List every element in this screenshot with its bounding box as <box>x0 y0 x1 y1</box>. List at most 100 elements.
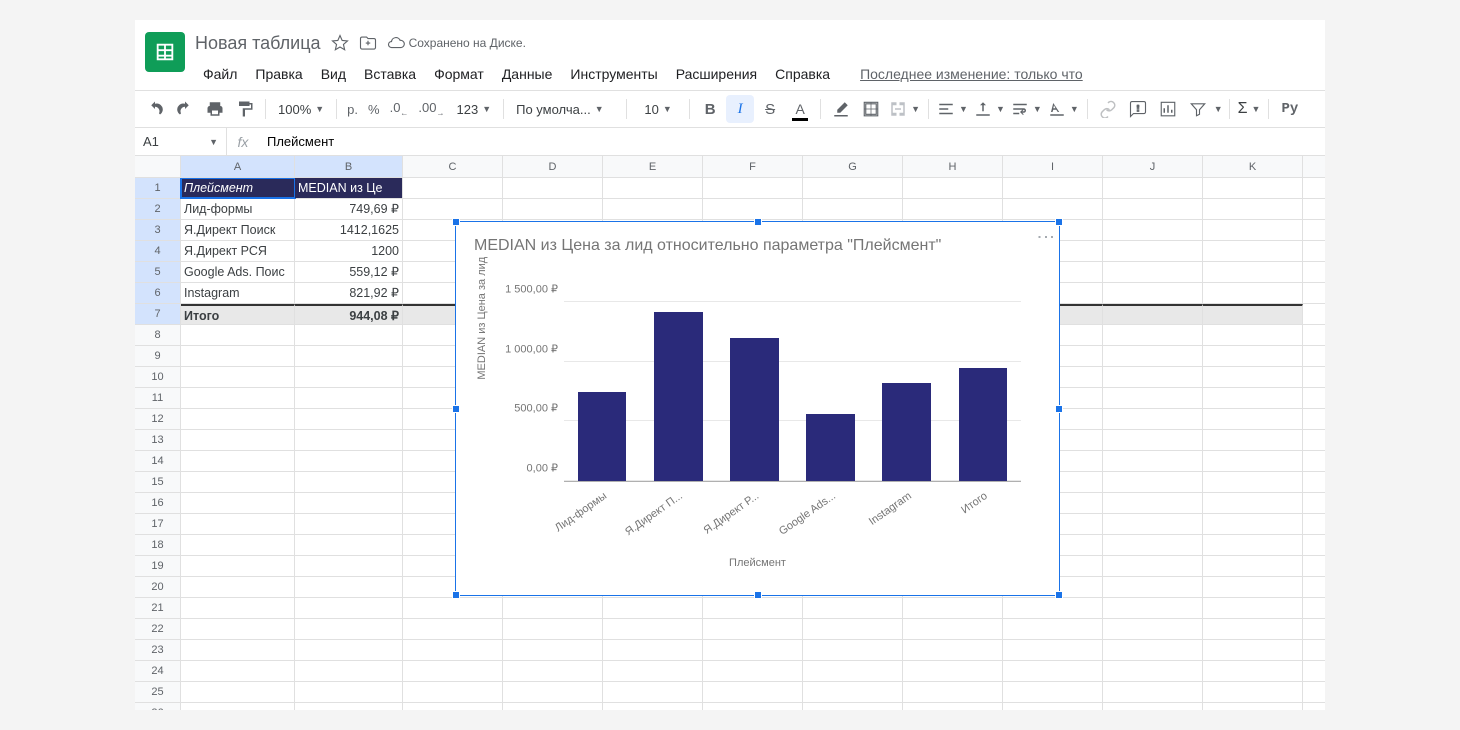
cell[interactable] <box>1003 598 1103 618</box>
cell[interactable] <box>403 598 503 618</box>
cell[interactable] <box>803 178 903 198</box>
cell[interactable] <box>181 493 295 513</box>
zoom-dropdown[interactable]: 100%▼ <box>272 95 330 123</box>
row-header[interactable]: 26 <box>135 703 181 710</box>
column-header[interactable]: B <box>295 156 403 177</box>
cell[interactable] <box>903 682 1003 702</box>
cell[interactable] <box>181 661 295 681</box>
cell[interactable] <box>1103 472 1203 492</box>
column-header[interactable]: K <box>1203 156 1303 177</box>
cell[interactable] <box>1103 199 1203 219</box>
cell[interactable] <box>503 682 603 702</box>
chart-resize-handle[interactable] <box>452 591 460 599</box>
star-icon[interactable] <box>331 34 349 52</box>
cell[interactable] <box>295 325 403 345</box>
percent-button[interactable]: % <box>364 102 384 117</box>
row-header[interactable]: 2 <box>135 199 181 219</box>
row-header[interactable]: 1 <box>135 178 181 198</box>
cell[interactable] <box>1203 304 1303 324</box>
row-header[interactable]: 17 <box>135 514 181 534</box>
cell[interactable] <box>803 199 903 219</box>
print-button[interactable] <box>201 95 229 123</box>
undo-button[interactable] <box>141 95 169 123</box>
menu-edit[interactable]: Правка <box>247 62 310 86</box>
python-button[interactable]: Py <box>1275 101 1304 117</box>
menu-insert[interactable]: Вставка <box>356 62 424 86</box>
cell[interactable] <box>1203 178 1303 198</box>
chart-resize-handle[interactable] <box>1055 218 1063 226</box>
increase-decimal-button[interactable]: .00→ <box>414 100 448 118</box>
cell[interactable] <box>1203 346 1303 366</box>
row-header[interactable]: 13 <box>135 430 181 450</box>
cell[interactable]: Я.Директ Поиск <box>181 220 295 240</box>
grid[interactable]: ABCDEFGHIJK 1ПлейсментMEDIAN из Це2Лид-ф… <box>135 156 1325 710</box>
cell[interactable] <box>603 178 703 198</box>
cell[interactable]: Плейсмент <box>181 178 295 198</box>
cell[interactable]: Google Ads. Поис <box>181 262 295 282</box>
menu-file[interactable]: Файл <box>195 62 245 86</box>
currency-button[interactable]: р. <box>343 102 362 117</box>
cell[interactable] <box>1103 619 1203 639</box>
cell[interactable] <box>1103 409 1203 429</box>
cell[interactable] <box>1103 640 1203 660</box>
column-header[interactable]: J <box>1103 156 1203 177</box>
column-header[interactable]: G <box>803 156 903 177</box>
insert-chart-button[interactable] <box>1154 95 1182 123</box>
cell[interactable]: MEDIAN из Це <box>295 178 403 198</box>
row-header[interactable]: 23 <box>135 640 181 660</box>
formula-input[interactable] <box>259 134 1325 149</box>
cell[interactable] <box>181 598 295 618</box>
cell[interactable] <box>1103 304 1203 324</box>
cell[interactable] <box>1103 241 1203 261</box>
cell[interactable] <box>503 703 603 710</box>
cell[interactable] <box>703 598 803 618</box>
cell[interactable] <box>181 703 295 710</box>
row-header[interactable]: 18 <box>135 535 181 555</box>
cell[interactable] <box>181 451 295 471</box>
menu-extensions[interactable]: Расширения <box>668 62 765 86</box>
cell[interactable] <box>603 598 703 618</box>
cell[interactable] <box>703 682 803 702</box>
chart-menu-icon[interactable]: ⋮ <box>1041 228 1051 245</box>
cell[interactable] <box>181 514 295 534</box>
cell[interactable] <box>295 430 403 450</box>
cell[interactable] <box>1103 283 1203 303</box>
cell[interactable] <box>295 493 403 513</box>
cell[interactable] <box>295 451 403 471</box>
cell[interactable]: Итого <box>181 304 295 324</box>
cell[interactable] <box>1203 535 1303 555</box>
cell[interactable] <box>1203 703 1303 710</box>
cell[interactable] <box>1203 409 1303 429</box>
cell[interactable] <box>1003 619 1103 639</box>
doc-title[interactable]: Новая таблица <box>195 33 321 54</box>
cell[interactable] <box>295 703 403 710</box>
cell[interactable] <box>603 703 703 710</box>
cell[interactable] <box>1003 661 1103 681</box>
column-header[interactable]: F <box>703 156 803 177</box>
chart-resize-handle[interactable] <box>1055 405 1063 413</box>
cell[interactable] <box>181 619 295 639</box>
row-header[interactable]: 8 <box>135 325 181 345</box>
row-header[interactable]: 22 <box>135 619 181 639</box>
bold-button[interactable]: B <box>696 95 724 123</box>
cell[interactable] <box>603 619 703 639</box>
cell[interactable] <box>295 388 403 408</box>
cell[interactable] <box>1103 535 1203 555</box>
chart-resize-handle[interactable] <box>754 591 762 599</box>
sheets-logo[interactable] <box>145 32 185 72</box>
link-button[interactable] <box>1094 95 1122 123</box>
cell[interactable] <box>1103 367 1203 387</box>
font-dropdown[interactable]: По умолча...▼ <box>510 95 620 123</box>
functions-button[interactable]: Σ▼ <box>1236 95 1263 123</box>
select-all-corner[interactable] <box>135 156 181 177</box>
comment-button[interactable] <box>1124 95 1152 123</box>
cell[interactable] <box>181 577 295 597</box>
cell[interactable] <box>703 199 803 219</box>
row-header[interactable]: 4 <box>135 241 181 261</box>
cell[interactable] <box>903 199 1003 219</box>
cell[interactable] <box>181 346 295 366</box>
cell[interactable] <box>1103 451 1203 471</box>
cell[interactable] <box>295 346 403 366</box>
row-header[interactable]: 3 <box>135 220 181 240</box>
cell[interactable] <box>1203 367 1303 387</box>
